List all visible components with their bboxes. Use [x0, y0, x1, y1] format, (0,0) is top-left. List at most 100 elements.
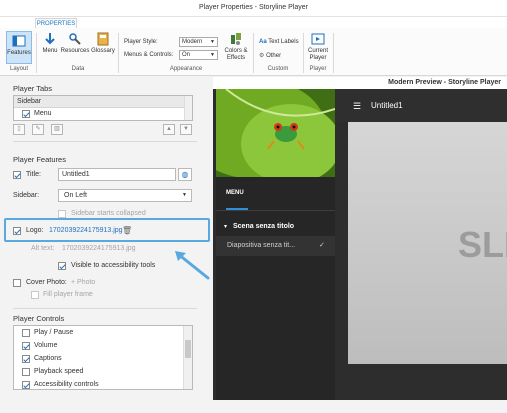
frog-leaf-picture [216, 89, 335, 177]
player-top-bar: ☰ Untitled1 [335, 89, 507, 122]
ribbon-separator [36, 33, 37, 73]
glossary-label: Glossary [91, 48, 115, 54]
player-controls-heading: Player Controls [13, 314, 65, 323]
sidebar-value: On Left [64, 192, 87, 199]
delete-tab-button[interactable]: ▥ [51, 124, 63, 135]
tab-properties[interactable]: PROPERTIES [35, 18, 77, 28]
accessibility-controls-label: Accessibility controls [34, 381, 99, 388]
logo-file-link[interactable]: 1702039224175913.jpg [49, 227, 123, 234]
visible-accessibility-checkbox[interactable] [58, 262, 66, 270]
colors-effects-label: Colors & Effects [224, 48, 248, 61]
playback-speed-label: Playback speed [34, 368, 84, 375]
slide-item-title: Diapositiva senza tit... [227, 242, 296, 249]
captions-label: Captions [34, 355, 62, 362]
title-link-button[interactable]: ◍ [178, 168, 192, 181]
divider [216, 210, 335, 211]
resources-label: Resources [60, 48, 90, 54]
features-button[interactable]: Features [6, 31, 32, 64]
sidebar-select[interactable]: On Left ▼ [58, 189, 192, 202]
window-title-bar: Player Properties - Storyline Player [0, 0, 507, 17]
move-down-button[interactable]: ▼ [180, 124, 192, 135]
scene-title[interactable]: Scena senza titolo [233, 223, 294, 230]
divider [13, 308, 197, 309]
hamburger-menu-icon[interactable]: ☰ [353, 101, 361, 112]
preview-title-bar: Modern Preview - Storyline Player [213, 77, 507, 89]
chevron-down-icon[interactable]: ▾ [224, 223, 227, 230]
slide-list-item[interactable]: Diapositiva senza tit... ✓ [216, 236, 335, 256]
gear-icon: ⚙ [259, 53, 265, 59]
add-photo-link[interactable]: + Photo [71, 279, 95, 286]
chevron-down-icon: ▼ [182, 192, 187, 198]
edit-icon: ✎ [35, 126, 41, 132]
player-style-select[interactable]: Modern ▼ [179, 37, 218, 47]
features-icon [12, 35, 26, 47]
list-header-label: Sidebar [17, 98, 42, 105]
accessibility-controls-checkbox[interactable] [22, 381, 30, 389]
sidebar-label: Sidebar: [13, 192, 40, 199]
group-label-player: Player [309, 66, 327, 72]
glossary-button[interactable]: Glossary [90, 32, 116, 54]
menus-controls-select[interactable]: On ▼ [179, 50, 218, 60]
menus-controls-value: On [182, 52, 191, 58]
new-page-icon: ▯ [17, 126, 21, 132]
cover-photo-checkbox[interactable] [13, 279, 21, 287]
player-style-value: Modern [182, 39, 203, 45]
text-labels-label: Text Labels [268, 39, 299, 45]
menus-controls-label: Menus & Controls: [124, 52, 174, 58]
play-pause-checkbox[interactable] [22, 329, 30, 337]
window-title: Player Properties - Storyline Player [199, 4, 308, 11]
scrollbar-thumb[interactable] [185, 340, 191, 358]
edit-tab-button[interactable]: ✎ [32, 124, 44, 135]
player-tabs-list: Sidebar Menu [13, 95, 193, 121]
list-header: Sidebar [14, 96, 192, 108]
move-up-button[interactable]: ▲ [163, 124, 175, 135]
text-labels-icon: Aa [259, 39, 267, 45]
title-checkbox[interactable] [13, 171, 21, 179]
colors-effects-button[interactable]: Colors & Effects [222, 32, 250, 62]
alt-text-value: 1702039224175913.jpg [62, 245, 136, 252]
group-label-layout: Layout [9, 66, 28, 72]
chevron-down-icon: ▼ [183, 126, 189, 132]
fill-player-frame-checkbox[interactable] [31, 291, 39, 299]
title-value: Untitled1 [62, 171, 90, 178]
title-input[interactable]: Untitled1 [58, 168, 176, 181]
logo-image [216, 89, 335, 177]
alt-text-label: Alt text: [31, 245, 55, 252]
scrollbar[interactable] [183, 326, 192, 389]
course-title: Untitled1 [371, 101, 403, 110]
player-features-heading: Player Features [13, 155, 66, 164]
ribbon-separator [118, 33, 119, 73]
slide-text: SLI [458, 224, 507, 265]
new-tab-button[interactable]: ▯ [13, 124, 25, 135]
logo-checkbox[interactable] [13, 227, 21, 235]
globe-icon: ◍ [181, 170, 189, 179]
text-labels-button[interactable]: Aa Text Labels [259, 39, 299, 45]
annotation-arrow-icon [175, 251, 210, 280]
scrollbar[interactable] [184, 96, 192, 120]
cover-photo-label: Cover Photo: [26, 279, 67, 286]
sidebar-collapsed-checkbox[interactable] [58, 210, 66, 218]
current-player-button[interactable]: Current Player [306, 32, 330, 62]
other-button[interactable]: ⚙ Other [259, 52, 281, 59]
playback-speed-checkbox[interactable] [22, 368, 30, 376]
sidebar-collapsed-label: Sidebar starts collapsed [71, 210, 146, 217]
menu-button[interactable]: Menu [40, 32, 60, 54]
visible-accessibility-label: Visible to accessibility tools [71, 262, 156, 269]
fill-player-frame-label: Fill player frame [43, 291, 93, 298]
preview-title: Modern Preview - Storyline Player [388, 79, 501, 86]
captions-checkbox[interactable] [22, 355, 30, 363]
volume-checkbox[interactable] [22, 342, 30, 350]
palette-icon [231, 33, 241, 45]
player-style-label: Player Style: [124, 39, 158, 45]
player-icon [311, 33, 325, 45]
logo-label: Logo: [26, 227, 44, 234]
title-label: Title: [26, 171, 41, 178]
other-label: Other [266, 53, 282, 59]
trash-icon[interactable]: 🗑 [122, 226, 132, 235]
menu-tab-checkbox[interactable] [22, 110, 30, 118]
checkmark-icon: ✓ [319, 242, 325, 249]
resources-icon [69, 33, 81, 45]
group-label-custom: Custom [267, 66, 289, 72]
resources-button[interactable]: Resources [60, 32, 90, 54]
menu-tab-label[interactable]: MENU [226, 190, 244, 196]
